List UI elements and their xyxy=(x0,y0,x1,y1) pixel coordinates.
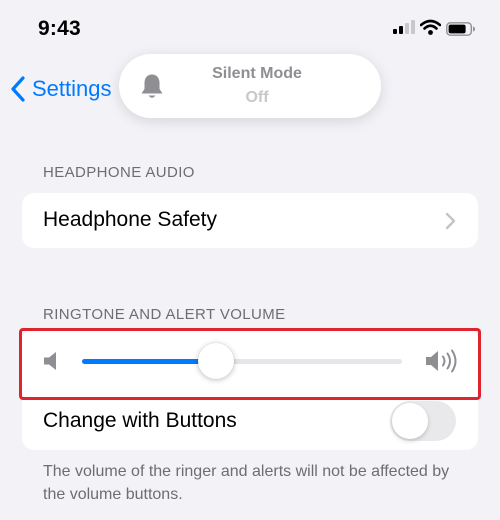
section-header-headphone-audio: HEADPHONE AUDIO xyxy=(43,164,195,181)
battery-icon xyxy=(446,22,475,36)
ringtone-volume-row xyxy=(22,328,478,394)
cellular-signal-icon xyxy=(393,20,415,34)
back-button[interactable]: Settings xyxy=(10,72,112,106)
speaker-low-icon xyxy=(44,352,56,370)
silent-mode-state: Off xyxy=(245,89,269,106)
status-bar: 9:43 xyxy=(0,0,500,60)
change-with-buttons-toggle[interactable] xyxy=(390,401,456,441)
status-time: 9:43 xyxy=(38,17,81,40)
volume-slider-thumb[interactable] xyxy=(198,343,235,379)
ringtone-volume-card: Change with Buttons xyxy=(22,328,478,450)
change-with-buttons-label: Change with Buttons xyxy=(43,409,237,432)
silent-mode-title: Silent Mode xyxy=(212,65,302,82)
wifi-icon xyxy=(420,19,441,35)
chevron-left-icon xyxy=(11,76,25,102)
toggle-knob xyxy=(392,403,428,439)
speaker-high-icon xyxy=(426,349,457,373)
headphone-safety-row[interactable]: Headphone Safety xyxy=(22,193,478,248)
ringtone-footer-note: The volume of the ringer and alerts will… xyxy=(43,463,450,503)
back-button-label: Settings xyxy=(32,76,112,101)
volume-slider-fill xyxy=(82,359,217,364)
row-separator xyxy=(43,398,478,399)
headphone-safety-label: Headphone Safety xyxy=(43,208,217,231)
chevron-right-icon xyxy=(445,212,456,230)
volume-slider-track[interactable] xyxy=(82,359,402,364)
silent-mode-hud: Silent Mode Off xyxy=(119,54,381,118)
section-header-ringtone-volume: RINGTONE AND ALERT VOLUME xyxy=(43,306,286,323)
